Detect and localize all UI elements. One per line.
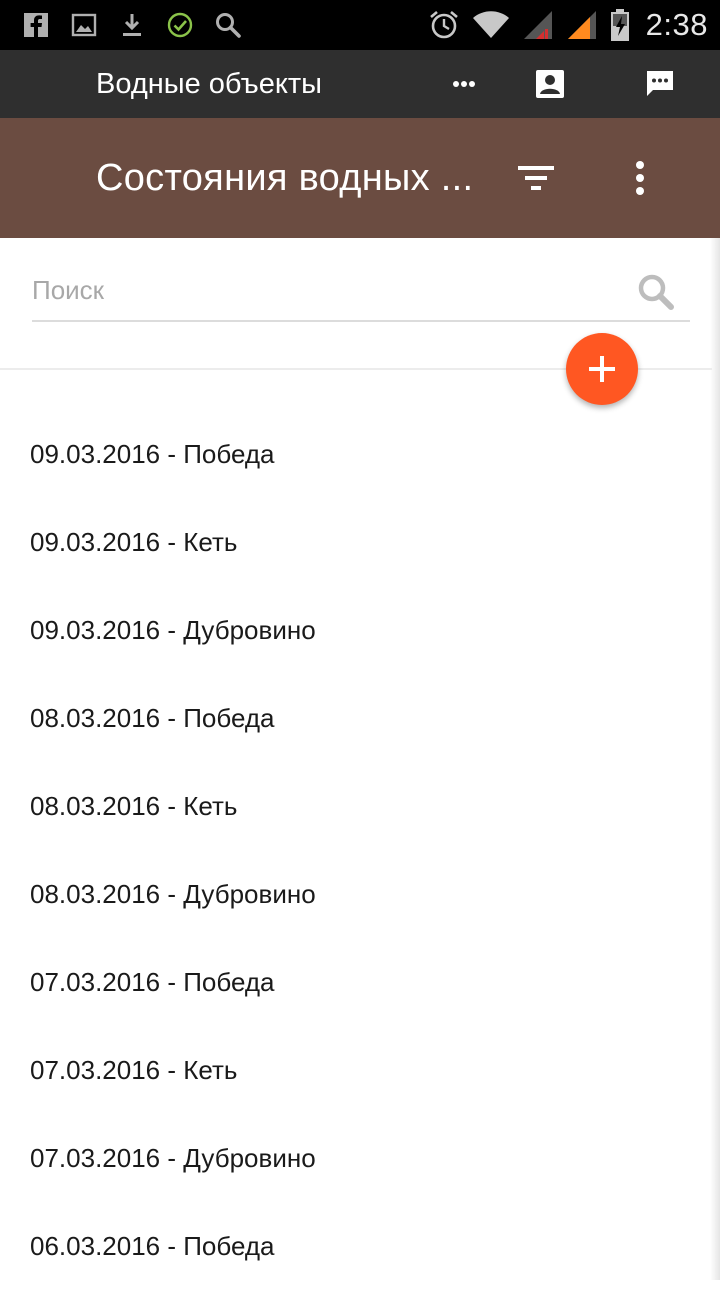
search-icon[interactable]	[636, 272, 676, 312]
signal-sim2-icon	[567, 11, 596, 39]
wifi-icon	[472, 11, 509, 38]
contact-button[interactable]	[530, 64, 570, 104]
check-circle-icon	[167, 12, 193, 38]
contact-icon	[536, 70, 564, 98]
add-button[interactable]	[566, 333, 638, 405]
list-item[interactable]: 07.03.2016 - Кеть	[0, 1026, 712, 1114]
app-title: Водные объекты	[96, 68, 322, 100]
download-icon	[123, 14, 141, 36]
facebook-icon	[24, 13, 48, 37]
list-item[interactable]: 09.03.2016 - Кеть	[0, 498, 712, 586]
notification-icons	[22, 10, 242, 40]
water-states-list: 09.03.2016 - Победа 09.03.2016 - Кеть 09…	[0, 410, 712, 1290]
alarm-icon	[429, 11, 458, 39]
chat-icon	[647, 71, 673, 96]
overflow-menu-button[interactable]	[618, 156, 662, 200]
signal-sim1-icon	[523, 11, 552, 39]
status-bar: 2:38	[0, 0, 720, 50]
filter-icon	[518, 166, 554, 190]
more-horizontal-button[interactable]	[444, 64, 484, 104]
more-horizontal-icon	[453, 81, 475, 87]
search-input[interactable]	[32, 262, 622, 318]
page-title: Состояния водных ...	[96, 157, 474, 199]
battery-charging-icon	[610, 9, 629, 41]
gallery-icon	[71, 13, 97, 37]
list-item[interactable]: 09.03.2016 - Дубровино	[0, 586, 712, 674]
list-item[interactable]: 09.03.2016 - Победа	[0, 410, 712, 498]
system-icons: 2:38	[428, 6, 708, 44]
plus-icon	[589, 356, 615, 382]
list-item[interactable]: 07.03.2016 - Победа	[0, 938, 712, 1026]
list-item[interactable]: 08.03.2016 - Дубровино	[0, 850, 712, 938]
clock: 2:38	[645, 7, 708, 42]
list-item[interactable]: 07.03.2016 - Дубровино	[0, 1114, 712, 1202]
list-item[interactable]: 08.03.2016 - Кеть	[0, 762, 712, 850]
list-item[interactable]: 08.03.2016 - Победа	[0, 674, 712, 762]
app-header: Водные объекты	[0, 50, 720, 118]
toolbar: Состояния водных ...	[0, 118, 720, 238]
search-bar	[32, 262, 690, 322]
filter-button[interactable]	[514, 156, 558, 200]
list-item[interactable]: 06.03.2016 - Победа	[0, 1202, 712, 1290]
more-vertical-icon	[636, 161, 644, 195]
chat-button[interactable]	[640, 64, 680, 104]
search-icon	[216, 13, 241, 38]
